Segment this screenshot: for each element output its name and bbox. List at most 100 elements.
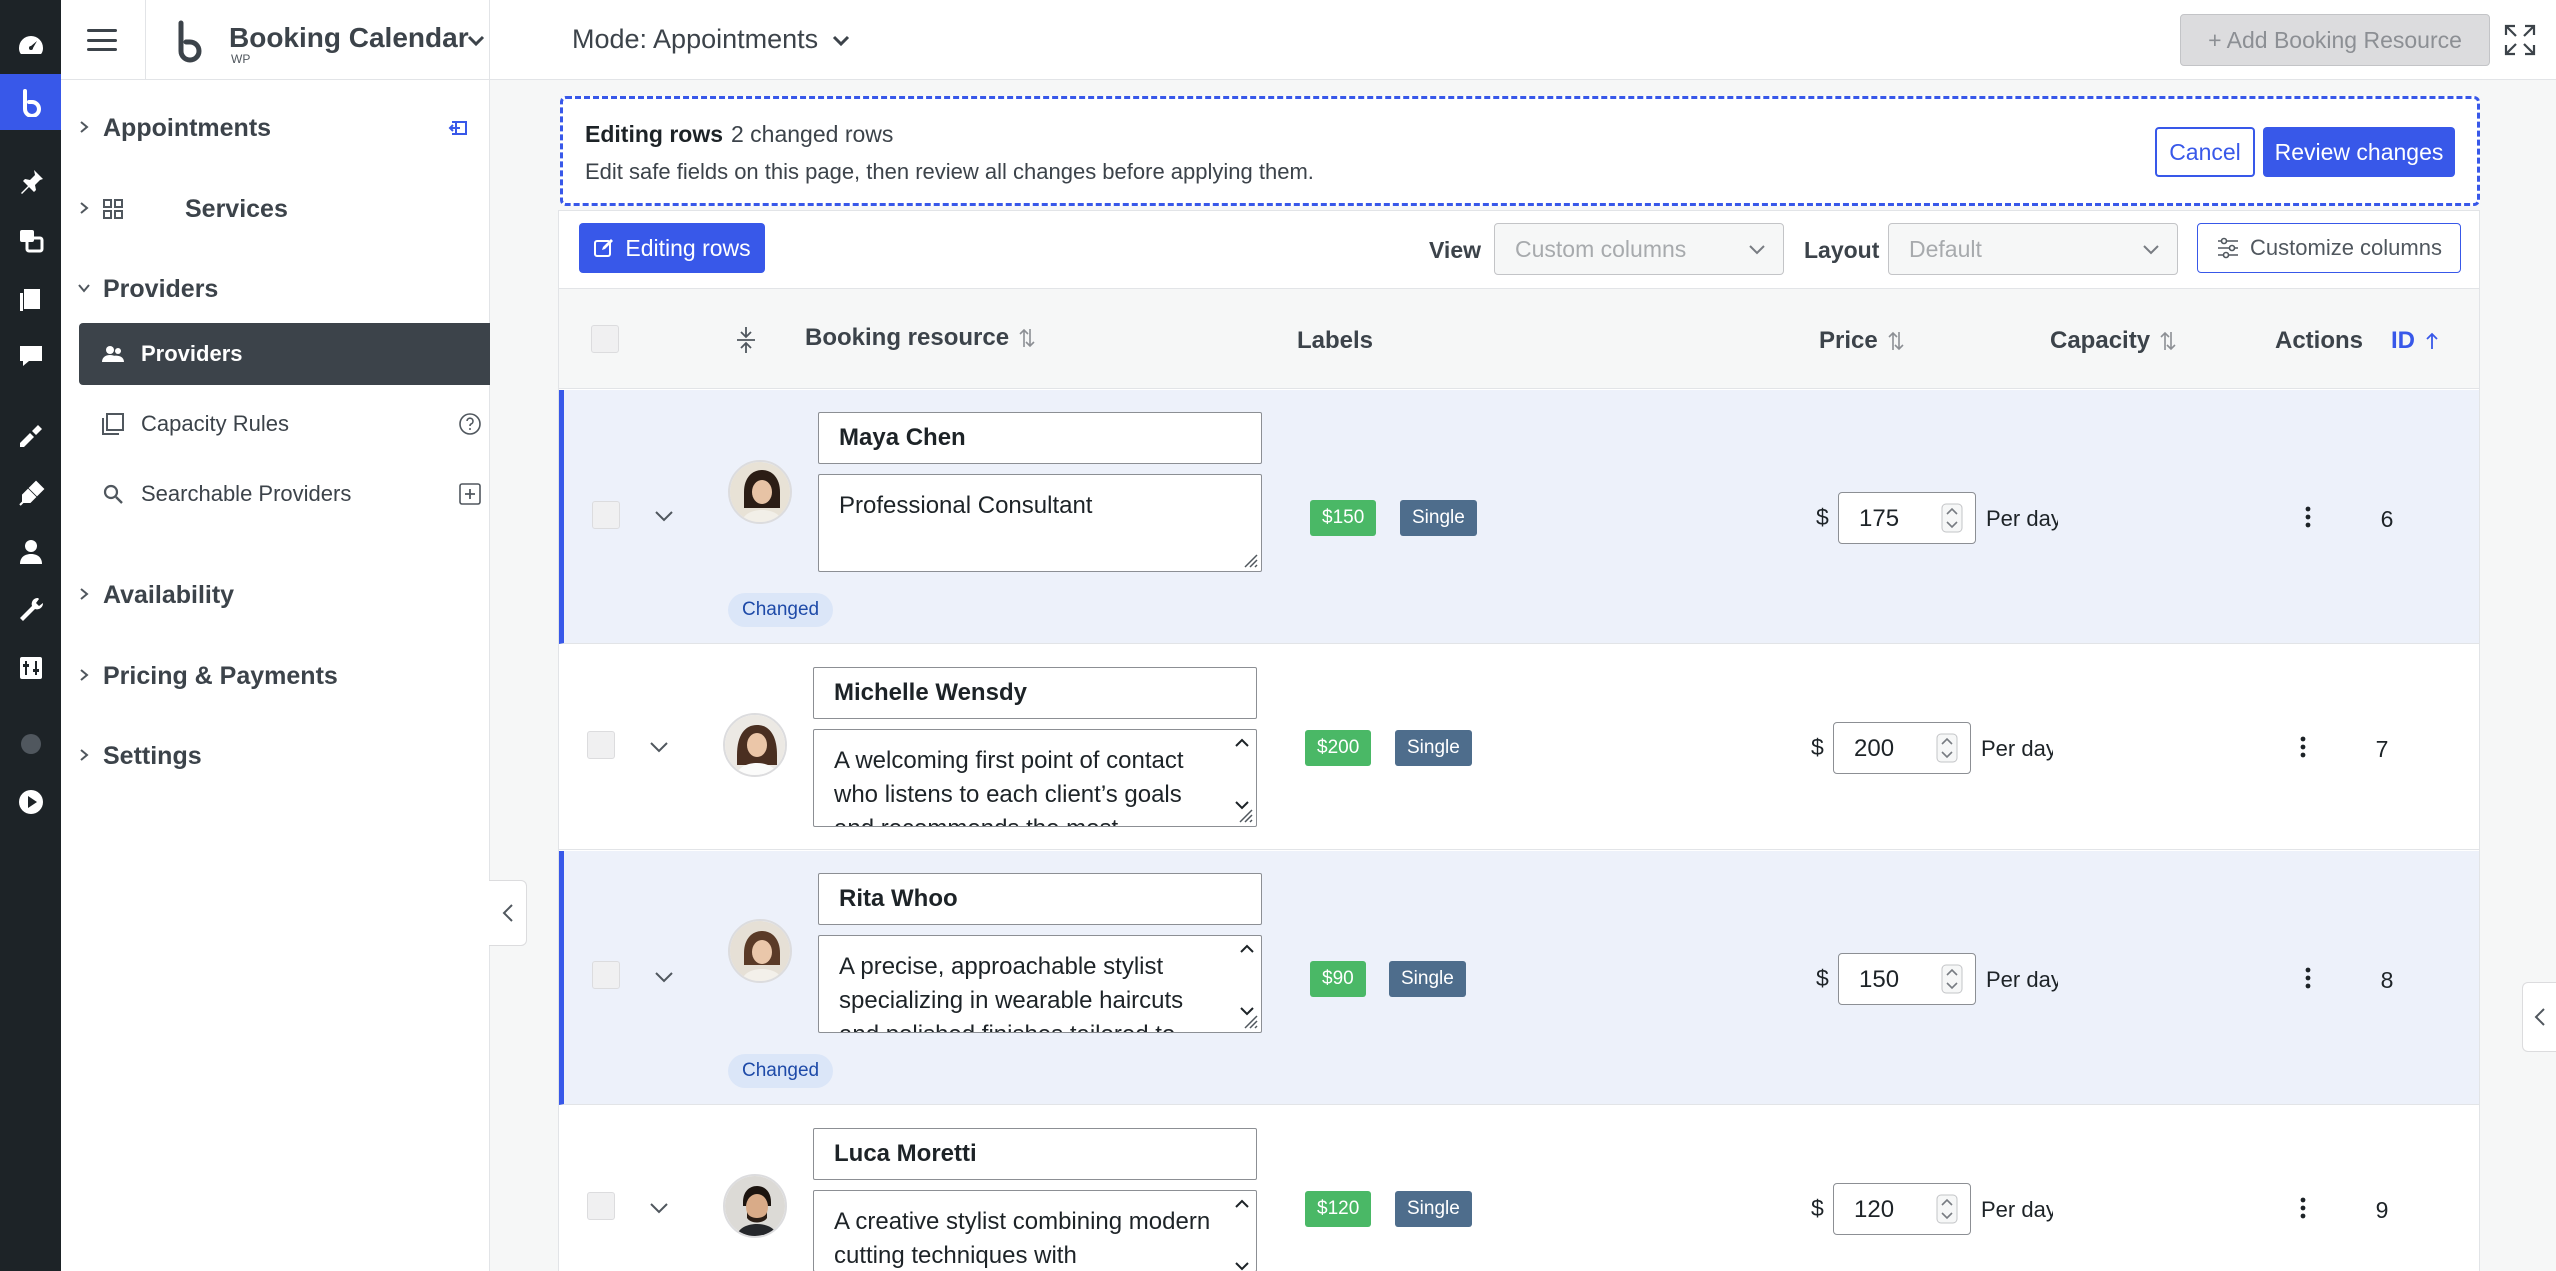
chevron-down-icon[interactable] <box>830 30 852 52</box>
right-panel-toggle[interactable] <box>2522 982 2556 1052</box>
scrollbar[interactable] <box>1232 736 1252 812</box>
nav-group-pricing-payments[interactable]: Pricing & Payments <box>61 648 490 704</box>
price-input[interactable]: 175 <box>1838 492 1976 544</box>
chevron-down-icon[interactable] <box>652 504 676 528</box>
stepper-icon[interactable] <box>1941 964 1963 994</box>
editing-rows-button[interactable]: Editing rows <box>579 223 765 273</box>
layout-select[interactable]: Default <box>1888 223 2178 275</box>
row-checkbox[interactable] <box>592 961 620 989</box>
nav-group-settings[interactable]: Settings <box>61 728 490 784</box>
collapse-sidebar-icon[interactable] <box>446 116 470 140</box>
price-input[interactable]: 200 <box>1833 722 1971 774</box>
expand-collapse-all-icon[interactable] <box>735 325 757 355</box>
description-textarea[interactable]: A welcoming first point of contact who l… <box>813 729 1257 827</box>
chevron-down-icon[interactable] <box>647 1196 671 1220</box>
stepper-icon[interactable] <box>1936 733 1958 763</box>
divider <box>145 0 146 80</box>
more-actions-icon[interactable] <box>2304 505 2312 529</box>
description-text: Professional Consultant <box>839 492 1093 519</box>
row-checkbox[interactable] <box>587 731 615 759</box>
nav-group-label: Appointments <box>103 113 272 142</box>
chevron-down-icon[interactable] <box>652 965 676 989</box>
column-label: Actions <box>2275 327 2364 354</box>
pages-icon[interactable] <box>0 272 61 328</box>
column-booking-resource[interactable]: Booking resource <box>805 324 1035 352</box>
row-checkbox[interactable] <box>592 501 620 529</box>
sidebar-item-searchable-providers[interactable]: Searchable Providers <box>79 463 490 525</box>
view-select[interactable]: Custom columns <box>1494 223 1784 275</box>
cancel-button[interactable]: Cancel <box>2155 127 2255 177</box>
plugins-icon[interactable] <box>0 466 61 522</box>
sidebar-item-providers[interactable]: Providers <box>79 323 490 385</box>
price-input[interactable]: 120 <box>1833 1183 1971 1235</box>
name-input[interactable]: Rita Whoo <box>818 873 1262 925</box>
column-id[interactable]: ID <box>2391 327 2439 355</box>
column-capacity[interactable]: Capacity <box>2050 327 2176 355</box>
chevron-down-icon[interactable] <box>465 30 487 52</box>
sidebar-item-capacity-rules[interactable]: Capacity Rules <box>79 393 490 455</box>
booking-calendar-icon[interactable] <box>0 74 61 130</box>
customize-columns-button[interactable]: Customize columns <box>2197 223 2461 273</box>
collapse-sidebar-tab[interactable] <box>489 880 527 946</box>
table-toolbar: Editing rows View Custom columns Layout … <box>559 211 2479 289</box>
resize-handle-icon[interactable] <box>1236 806 1254 824</box>
fullscreen-icon[interactable] <box>2502 22 2538 58</box>
nav-group-providers[interactable]: Providers <box>61 261 490 317</box>
help-icon[interactable] <box>458 412 482 436</box>
chevron-right-icon <box>80 669 89 681</box>
nav-group-label: Services <box>185 194 288 223</box>
column-price[interactable]: Price <box>1819 327 1904 355</box>
settings-icon[interactable] <box>0 640 61 696</box>
mode-selector[interactable]: Mode: Appointments <box>572 24 818 55</box>
nav-group-appointments[interactable]: Appointments <box>61 100 490 156</box>
resize-handle-icon[interactable] <box>1241 1012 1259 1030</box>
review-changes-button[interactable]: Review changes <box>2263 127 2455 177</box>
name-input[interactable]: Maya Chen <box>818 412 1262 464</box>
chevron-right-icon <box>80 121 89 133</box>
nav-group-availability[interactable]: Availability <box>61 567 490 623</box>
price-input[interactable]: 150 <box>1838 953 1976 1005</box>
search-icon <box>103 484 123 504</box>
chevron-down-icon[interactable] <box>647 735 671 759</box>
dashboard-icon[interactable] <box>0 18 61 74</box>
globe-icon[interactable] <box>0 716 61 772</box>
more-actions-icon[interactable] <box>2299 1196 2307 1220</box>
more-actions-icon[interactable] <box>2304 966 2312 990</box>
appearance-icon[interactable] <box>0 408 61 464</box>
currency-symbol: $ <box>1811 734 1824 760</box>
chevron-down-icon <box>78 284 90 293</box>
row-checkbox[interactable] <box>587 1192 615 1220</box>
add-booking-resource-button[interactable]: + Add Booking Resource <box>2180 14 2490 66</box>
description-textarea[interactable]: A creative stylist combining modern cutt… <box>813 1190 1257 1271</box>
sidebar: Booking Calendar WP Appointments Service… <box>61 0 490 1271</box>
tools-icon[interactable] <box>0 582 61 638</box>
grid-icon <box>103 199 123 219</box>
table-row: Michelle Wensdy A welcoming first point … <box>559 645 2479 850</box>
description-textarea[interactable]: Professional Consultant <box>818 474 1262 572</box>
select-all-checkbox[interactable] <box>591 325 619 353</box>
stepper-icon[interactable] <box>1936 1194 1958 1224</box>
name-input[interactable]: Luca Moretti <box>813 1128 1257 1180</box>
editing-rows-label: Editing rows <box>625 234 751 261</box>
pin-icon[interactable] <box>0 154 61 210</box>
description-textarea[interactable]: A precise, approachable stylist speciali… <box>818 935 1262 1033</box>
menu-icon[interactable] <box>85 24 119 56</box>
scrollbar[interactable] <box>1232 1197 1252 1271</box>
layout-select-value: Default <box>1909 235 1982 262</box>
play-icon[interactable] <box>0 774 61 830</box>
column-label: Price <box>1819 327 1878 354</box>
row-id: 9 <box>2375 1197 2389 1223</box>
add-icon[interactable] <box>458 482 482 506</box>
scrollbar[interactable] <box>1237 942 1257 1018</box>
sort-icon <box>1888 331 1904 351</box>
media-icon[interactable] <box>0 212 61 268</box>
users-icon[interactable] <box>0 524 61 580</box>
stepper-icon[interactable] <box>1941 503 1963 533</box>
comments-icon[interactable] <box>0 328 61 384</box>
nav-group-services[interactable]: Services <box>61 181 490 237</box>
view-select-value: Custom columns <box>1515 235 1687 262</box>
resize-handle-icon[interactable] <box>1241 551 1259 569</box>
more-actions-icon[interactable] <box>2299 735 2307 759</box>
description-text: A precise, approachable stylist speciali… <box>839 953 1184 1032</box>
name-input[interactable]: Michelle Wensdy <box>813 667 1257 719</box>
